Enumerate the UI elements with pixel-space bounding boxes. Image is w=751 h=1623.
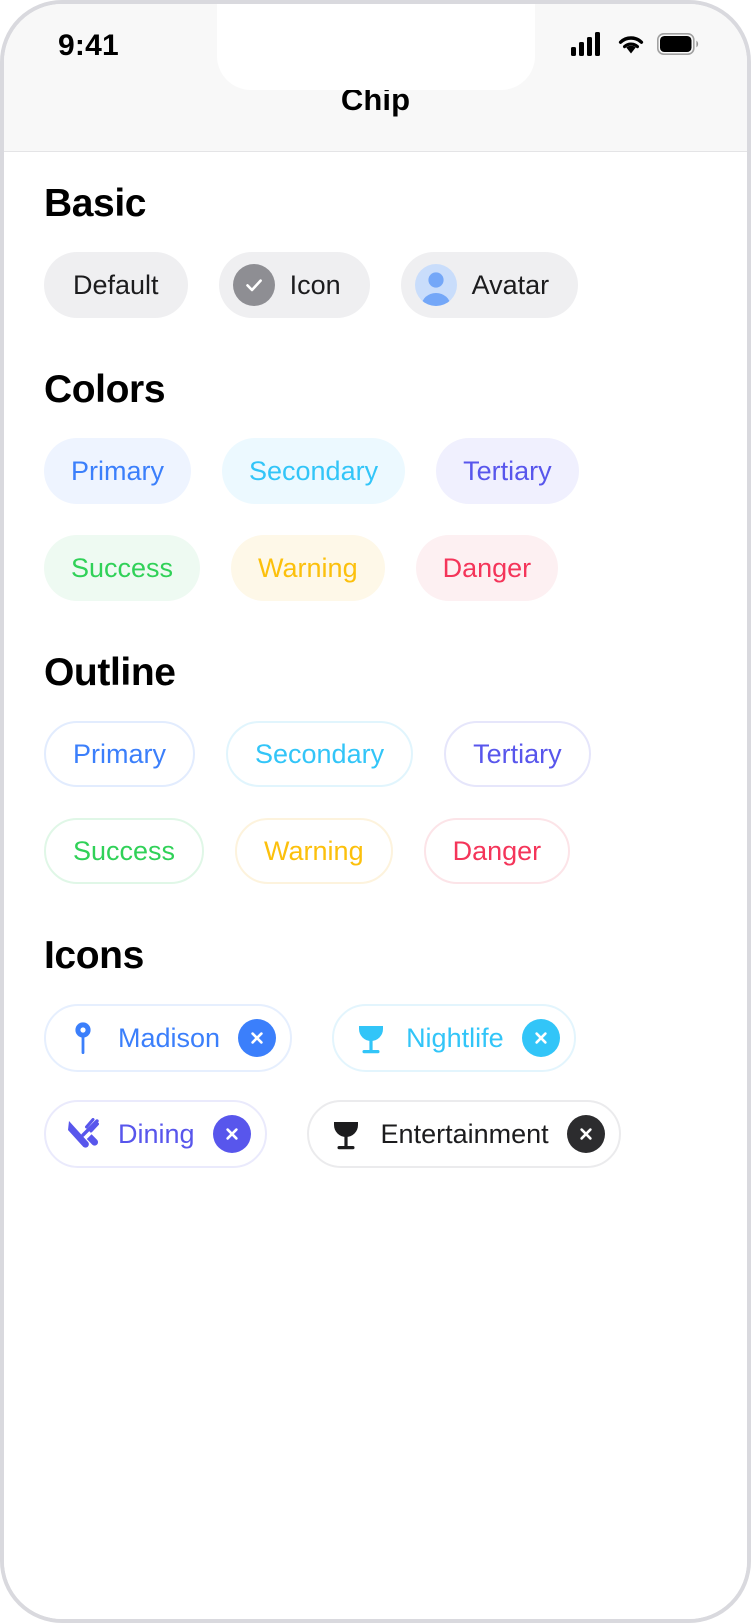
chip-icon[interactable]: Icon [218,252,370,318]
chip-label: Danger [442,552,532,583]
section-title-colors: Colors [44,368,166,411]
section-title-basic: Basic [44,182,147,225]
chip-label: Icon [289,269,341,300]
chip-label: Primary [71,455,164,486]
signal-bars-icon [571,31,605,61]
section-title-outline: Outline [44,651,176,694]
chip-label: Success [73,835,176,866]
chip-label: Nightlife [406,1022,504,1053]
chip-label: Default [73,269,159,300]
chip-label: Warning [264,835,364,866]
chip-label: Avatar [471,269,550,300]
chip-outline-danger[interactable]: Danger [423,818,571,884]
chip-color-tertiary[interactable]: Tertiary [436,438,579,504]
chip-color-primary[interactable]: Primary [44,438,191,504]
content-scroll[interactable]: Basic Default Icon Avatar Colors Primary… [4,152,747,1619]
chip-label: Tertiary [463,455,552,486]
chip-entertainment[interactable]: Entertainment [306,1100,621,1168]
status-area: 9:41 Chip [4,4,747,152]
chip-default[interactable]: Default [44,252,188,318]
wine-glass-icon [329,1117,363,1151]
close-icon[interactable] [212,1115,251,1153]
close-icon[interactable] [521,1019,560,1057]
chip-outline-secondary[interactable]: Secondary [226,721,414,787]
battery-icon [657,32,699,60]
outline-chip-row: Primary Secondary Tertiary Success Warni… [44,721,604,884]
chip-label: Secondary [249,455,379,486]
icons-chip-row: Madison Nightlife Dining Entertainment [44,1004,644,1168]
chip-label: Entertainment [380,1118,549,1149]
chip-nightlife[interactable]: Nightlife [332,1004,576,1072]
chip-label: Secondary [255,738,385,769]
avatar-icon [414,264,457,306]
chip-madison[interactable]: Madison [44,1004,293,1072]
chip-label: Tertiary [473,738,562,769]
chip-color-success[interactable]: Success [44,535,201,601]
status-time: 9:41 [58,29,119,62]
notch [216,4,535,90]
chip-color-danger[interactable]: Danger [415,535,559,601]
chip-outline-warning[interactable]: Warning [235,818,393,884]
close-icon[interactable] [238,1019,277,1057]
section-icons: Icons Madison Nightlife Dining Entertain… [44,934,707,1168]
chip-outline-tertiary[interactable]: Tertiary [444,721,591,787]
phone-frame: 9:41 Chip Basic Default Icon Avatar Colo… [0,0,751,1623]
section-title-icons: Icons [44,934,144,977]
chip-color-secondary[interactable]: Secondary [222,438,406,504]
close-icon[interactable] [566,1115,605,1153]
chip-dining[interactable]: Dining [44,1100,267,1168]
section-basic: Basic Default Icon Avatar [44,182,707,318]
chip-color-warning[interactable]: Warning [231,535,385,601]
basic-chip-row: Default Icon Avatar [44,252,707,318]
chip-avatar[interactable]: Avatar [400,252,579,318]
chip-label: Warning [258,552,358,583]
chip-label: Danger [452,835,542,866]
status-icons [571,26,699,61]
wifi-icon [616,32,646,61]
cocktail-icon [354,1021,388,1055]
colors-chip-row: Primary Secondary Tertiary Success Warni… [44,438,604,601]
chip-outline-primary[interactable]: Primary [44,721,195,787]
chip-label: Madison [118,1022,221,1053]
map-pin-icon [66,1021,100,1055]
section-colors: Colors Primary Secondary Tertiary Succes… [44,368,707,601]
chip-label: Dining [118,1118,195,1149]
section-outline: Outline Primary Secondary Tertiary Succe… [44,651,707,884]
nav-bar: Chip [4,82,747,152]
chip-label: Success [71,552,174,583]
chip-outline-success[interactable]: Success [44,818,205,884]
chip-label: Primary [73,738,166,769]
cutlery-icon [66,1117,100,1151]
check-circle-icon [232,264,275,306]
